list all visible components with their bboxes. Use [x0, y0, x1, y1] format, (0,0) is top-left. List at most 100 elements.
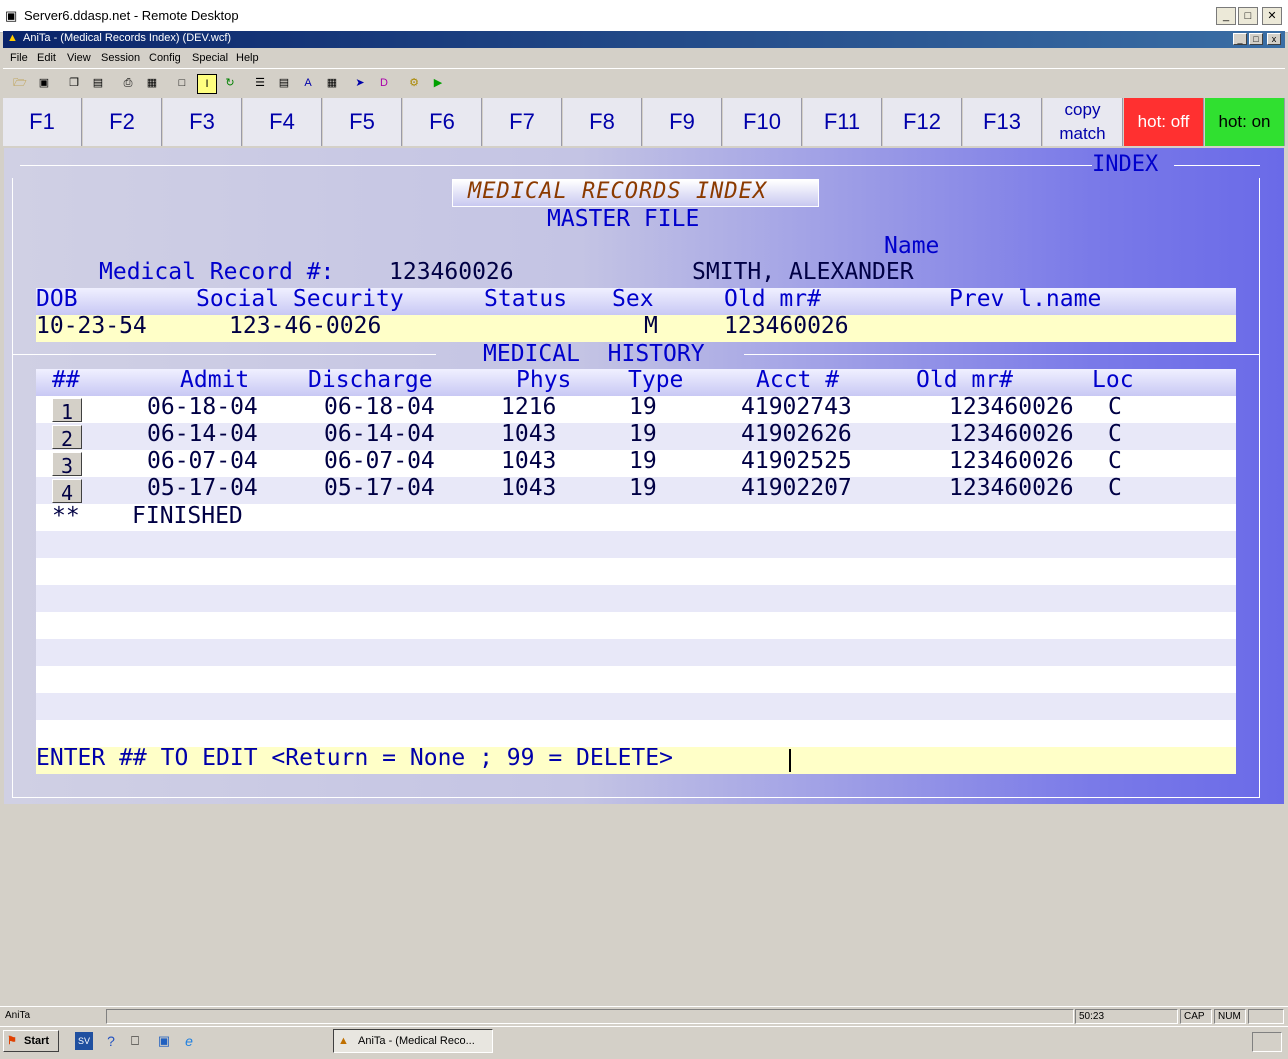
- f6-button[interactable]: F6: [403, 98, 482, 146]
- hot-on-button[interactable]: hot: on: [1205, 98, 1285, 146]
- function-key-bar: F1 F2 F3 F4 F5 F6 F7 F8 F9 F10 F11 F12 F…: [3, 98, 1285, 146]
- app-close-button[interactable]: x: [1267, 33, 1281, 45]
- f11-button[interactable]: F11: [803, 98, 882, 146]
- dos-icon[interactable]: D: [375, 74, 393, 92]
- ssn-header: Social Security: [196, 286, 404, 312]
- browser-icon[interactable]: e: [180, 1032, 198, 1050]
- network-icon[interactable]: ⚙: [405, 74, 423, 92]
- old-mr-cell: 123460026: [949, 394, 1074, 420]
- sex-value: M: [644, 313, 658, 339]
- command-input[interactable]: [794, 747, 1240, 774]
- acct-cell: 41902626: [741, 421, 852, 447]
- old-mr-value: 123460026: [724, 313, 849, 339]
- menu-file[interactable]: File: [10, 52, 28, 64]
- acct-header: Acct #: [756, 367, 840, 393]
- app-restore-button[interactable]: □: [1249, 33, 1263, 45]
- empty-row: [36, 693, 1236, 720]
- finished-text: FINISHED: [132, 503, 243, 529]
- window-title: Server6.ddasp.net - Remote Desktop: [24, 8, 239, 23]
- start-button[interactable]: ⚑ Start: [3, 1030, 59, 1052]
- copy-match-line2: match: [1059, 124, 1106, 143]
- hot-off-button[interactable]: hot: off: [1124, 98, 1204, 146]
- status-message: [106, 1009, 1074, 1024]
- start-label: Start: [24, 1035, 50, 1047]
- network-icon[interactable]: ⎕: [126, 1032, 144, 1050]
- empty-row: [36, 585, 1236, 612]
- select-icon[interactable]: □: [173, 74, 191, 92]
- type-header: Type: [628, 367, 684, 393]
- status-time: 50:23: [1075, 1009, 1178, 1024]
- app-icon: ▲: [7, 32, 18, 44]
- pointer-icon[interactable]: ➤: [351, 74, 369, 92]
- f13-button[interactable]: F13: [963, 98, 1042, 146]
- list-icon[interactable]: ☰: [251, 74, 269, 92]
- minimize-button[interactable]: _: [1216, 7, 1236, 25]
- phys-header: Phys: [516, 367, 572, 393]
- play-icon[interactable]: ▶: [429, 74, 447, 92]
- help-icon[interactable]: ?: [102, 1032, 120, 1050]
- admit-cell: 06-07-04: [147, 448, 258, 474]
- row-4-select-button[interactable]: 4: [52, 479, 82, 505]
- acct-cell: 41902743: [741, 394, 852, 420]
- type-cell: 19: [629, 475, 657, 501]
- desktop-icon[interactable]: ▣: [155, 1032, 173, 1050]
- anita-icon: ▲: [338, 1035, 349, 1047]
- loc-header: Loc: [1092, 367, 1134, 393]
- f2-button[interactable]: F2: [83, 98, 162, 146]
- phys-cell: 1043: [501, 421, 557, 447]
- form-icon[interactable]: ▤: [275, 74, 293, 92]
- admit-header: Admit: [180, 367, 250, 393]
- refresh-icon[interactable]: ↻: [221, 74, 239, 92]
- menu-edit[interactable]: Edit: [37, 52, 56, 64]
- menu-special[interactable]: Special: [192, 52, 228, 64]
- admit-cell: 06-18-04: [147, 394, 258, 420]
- f9-button[interactable]: F9: [643, 98, 722, 146]
- acct-cell: 41902525: [741, 448, 852, 474]
- dob-value: 10-23-54: [36, 313, 147, 339]
- paste-icon[interactable]: ▤: [89, 74, 107, 92]
- maximize-button[interactable]: □: [1238, 7, 1258, 25]
- command-prompt: ENTER ## TO EDIT <Return = None ; 99 = D…: [36, 745, 673, 771]
- index-label: INDEX: [1092, 152, 1159, 177]
- medical-record-label: Medical Record #:: [99, 259, 335, 285]
- row-2-select-button[interactable]: 2: [52, 425, 82, 451]
- discharge-cell: 06-14-04: [324, 421, 435, 447]
- menu-help[interactable]: Help: [236, 52, 259, 64]
- f7-button[interactable]: F7: [483, 98, 562, 146]
- history-divider: [12, 354, 436, 355]
- f4-button[interactable]: F4: [243, 98, 322, 146]
- status-bar: AniTa 50:23 CAP NUM: [0, 1006, 1288, 1027]
- admit-cell: 05-17-04: [147, 475, 258, 501]
- terminal-screen: INDEX MEDICAL RECORDS INDEX MASTER FILE …: [4, 148, 1284, 804]
- f5-button[interactable]: F5: [323, 98, 402, 146]
- f12-button[interactable]: F12: [883, 98, 962, 146]
- row-3-select-button[interactable]: 3: [52, 452, 82, 478]
- admit-cell: 06-14-04: [147, 421, 258, 447]
- open-folder-icon[interactable]: 🗁: [11, 74, 29, 92]
- copy-match-button[interactable]: copy match: [1043, 98, 1123, 146]
- menu-config[interactable]: Config: [149, 52, 181, 64]
- close-button[interactable]: ✕: [1262, 7, 1282, 25]
- f3-button[interactable]: F3: [163, 98, 242, 146]
- loc-cell: C: [1108, 421, 1122, 447]
- save-icon[interactable]: ▣: [35, 74, 53, 92]
- font-icon[interactable]: A: [299, 74, 317, 92]
- text-icon[interactable]: I: [197, 74, 217, 94]
- sv-icon[interactable]: SV: [75, 1032, 93, 1050]
- copy-icon[interactable]: ❐: [65, 74, 83, 92]
- f10-button[interactable]: F10: [723, 98, 802, 146]
- menu-view[interactable]: View: [67, 52, 91, 64]
- demographics-row[interactable]: [36, 315, 1236, 342]
- f1-button[interactable]: F1: [3, 98, 82, 146]
- print-preview-icon[interactable]: ▦: [143, 74, 161, 92]
- phys-cell: 1216: [501, 394, 557, 420]
- taskbar-app-button[interactable]: ▲ AniTa - (Medical Reco...: [333, 1029, 493, 1053]
- discharge-cell: 06-07-04: [324, 448, 435, 474]
- menu-session[interactable]: Session: [101, 52, 140, 64]
- sex-header: Sex: [612, 286, 654, 312]
- f8-button[interactable]: F8: [563, 98, 642, 146]
- row-1-select-button[interactable]: 1: [52, 398, 82, 424]
- print-icon[interactable]: ⎙: [119, 74, 137, 92]
- app-minimize-button[interactable]: _: [1233, 33, 1247, 45]
- grid-icon[interactable]: ▦: [323, 74, 341, 92]
